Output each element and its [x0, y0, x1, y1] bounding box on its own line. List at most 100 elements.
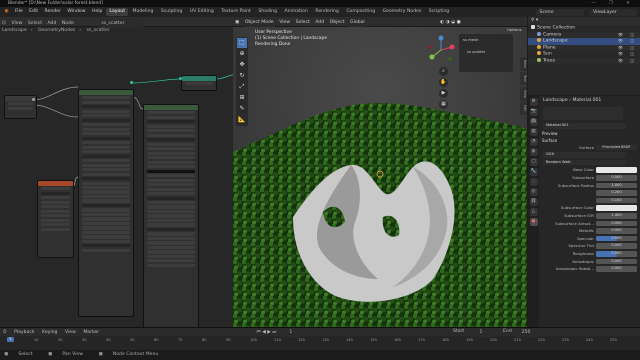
viewport-editor-icon[interactable]: ▣ [233, 18, 241, 27]
node-socket[interactable] [130, 81, 133, 84]
material-selector[interactable]: Material.001 [543, 123, 626, 129]
tab-sculpting[interactable]: Sculpting [158, 8, 185, 16]
tab-animation[interactable]: Animation [281, 8, 310, 16]
tab-uv-editing[interactable]: UV Editing [187, 8, 217, 16]
view-layer-tab-icon[interactable]: ▤ [529, 128, 538, 136]
sidebar-tab-edit[interactable]: Edit [520, 102, 527, 115]
tab-texture-paint[interactable]: Texture Paint [218, 8, 254, 16]
tab-modeling[interactable]: Modeling [129, 8, 156, 16]
menu-file[interactable]: File [12, 7, 25, 17]
output-tab-icon[interactable]: 🖨 [529, 118, 538, 126]
object-tab-icon[interactable]: ▢ [529, 158, 538, 166]
surface-shader-selector[interactable]: Principled BSDF [596, 144, 637, 151]
camera-view-icon[interactable]: ▶ [439, 89, 448, 98]
node-socket[interactable] [32, 98, 35, 101]
property-slider[interactable]: 0.500 [596, 235, 637, 242]
tool-tab-icon[interactable]: ⚙ [529, 98, 538, 106]
timeline[interactable]: ⏱ Playback Keying View Marker ⏮ ◀ ▶ ⏭ 1 … [0, 327, 640, 351]
tab-compositing[interactable]: Compositing [343, 8, 378, 16]
pan-icon[interactable]: ✋ [439, 78, 448, 87]
current-frame-field[interactable]: 1 [280, 328, 301, 337]
options-dropdown[interactable]: Options [507, 27, 522, 32]
menu-window[interactable]: Window [65, 7, 88, 17]
viewport-menu-select[interactable]: Select [294, 18, 312, 27]
menu-help[interactable]: Help [89, 7, 104, 17]
timeline-menu-marker[interactable]: Marker [80, 329, 102, 337]
tab-geometry-nodes[interactable]: Geometry Nodes [380, 8, 425, 16]
property-field[interactable]: 0.000 [596, 174, 637, 181]
rotate-icon[interactable]: ↻ [237, 71, 247, 81]
sidebar-tab-tool[interactable]: Tool [520, 72, 527, 85]
property-field[interactable]: 0.000 [596, 243, 637, 249]
scene-tab-icon[interactable]: ◔ [529, 138, 538, 146]
end-frame-field[interactable]: 250 [515, 328, 537, 337]
move-icon[interactable]: ✥ [237, 60, 247, 70]
viewport-menu-add[interactable]: Add [313, 18, 326, 27]
3d-viewport[interactable]: ▣ Object Mode View Select Add Object Glo… [233, 17, 527, 327]
base-color-swatch[interactable] [596, 167, 637, 173]
measure-icon[interactable]: 📐 [237, 115, 247, 125]
distribution-dropdown[interactable]: GGX [543, 152, 626, 158]
start-frame-field[interactable]: 1 [470, 328, 492, 337]
playhead[interactable]: 1 [7, 337, 14, 342]
perspective-toggle-icon[interactable]: ▦ [439, 100, 448, 109]
subsurface-color-swatch[interactable] [596, 205, 637, 211]
material-tab-icon[interactable]: ● [529, 218, 538, 226]
section-preview[interactable]: Preview [540, 130, 640, 137]
section-surface[interactable]: Surface [540, 137, 640, 144]
modifier-tab-icon[interactable]: 🔧 [529, 168, 538, 176]
viewport-menu-object[interactable]: Object [328, 18, 347, 27]
tab-scripting[interactable]: Scripting [426, 8, 452, 16]
tab-rendering[interactable]: Rendering [312, 8, 341, 16]
visibility-icons[interactable]: 👁 ◫ [618, 58, 637, 65]
scatter-group-node[interactable] [78, 89, 134, 317]
subsurface-method-dropdown[interactable]: Random Walk [543, 159, 626, 166]
menu-render[interactable]: Render [42, 7, 63, 17]
property-field[interactable]: 1.000 [596, 182, 637, 189]
physics-tab-icon[interactable]: ◎ [529, 188, 538, 196]
property-slider[interactable]: 0.500 [596, 250, 637, 257]
timeline-menu-keying[interactable]: Keying [39, 329, 60, 337]
outliner-item[interactable]: Trees 👁 ◫ [528, 57, 640, 65]
group-output-node[interactable] [181, 75, 217, 91]
particles-tab-icon[interactable]: ∴ [529, 178, 538, 186]
cursor-icon[interactable]: ⊕ [237, 49, 247, 59]
sidebar-tab-item[interactable]: Item [520, 57, 527, 71]
sidebar-tab-view[interactable]: View [520, 87, 527, 102]
material-slots[interactable] [540, 106, 640, 122]
render-tab-icon[interactable]: 📷 [529, 108, 538, 116]
property-field[interactable]: 0.100 [596, 197, 637, 204]
material-slot-list[interactable] [543, 107, 623, 120]
view-layer-selector[interactable]: ViewLayer [589, 8, 637, 16]
mode-selector[interactable]: Object Mode [242, 18, 276, 27]
timeline-menu-playback[interactable]: Playback [11, 329, 38, 337]
transform-orientation[interactable]: Global [348, 18, 367, 27]
panel-item[interactable]: ss mesh [463, 37, 509, 42]
tab-shading[interactable]: Shading [255, 8, 280, 16]
property-field[interactable]: 0.000 [596, 258, 637, 265]
world-tab-icon[interactable]: ◍ [529, 148, 538, 156]
timeline-editor-icon[interactable]: ⏱ [0, 329, 10, 337]
property-field[interactable]: 0.000 [596, 220, 637, 227]
constraints-tab-icon[interactable]: ⛓ [529, 198, 538, 206]
property-field[interactable]: 0.000 [596, 228, 637, 234]
transform-icon[interactable]: ⊞ [237, 93, 247, 103]
viewport-menu-view[interactable]: View [277, 18, 292, 27]
node-socket[interactable] [179, 77, 182, 80]
property-field[interactable]: 0.000 [596, 266, 637, 272]
menu-edit[interactable]: Edit [27, 7, 41, 17]
scene-selector[interactable]: Scene [535, 8, 584, 16]
property-field[interactable]: 1.400 [596, 212, 637, 219]
geometry-node-editor[interactable]: ⌬ View Select Add Node ss_scatter Landsc… [0, 17, 233, 327]
scale-icon[interactable]: ⤢ [237, 82, 247, 92]
tab-layout[interactable]: Layout [106, 8, 129, 16]
property-field[interactable]: 0.200 [596, 190, 637, 196]
navigation-gizmo[interactable] [426, 35, 456, 65]
attribute-node[interactable] [37, 180, 74, 258]
zoom-icon[interactable]: ⌕ [439, 67, 448, 76]
blender-logo-icon[interactable]: ◉ [2, 7, 11, 17]
playback-controls[interactable]: ⏮ ◀ ▶ ⏭ [254, 329, 280, 337]
panel-item[interactable]: ss scatter [463, 48, 490, 55]
window-controls[interactable]: — ❐ ✕ [591, 1, 636, 6]
annotate-icon[interactable]: ✎ [237, 104, 247, 114]
